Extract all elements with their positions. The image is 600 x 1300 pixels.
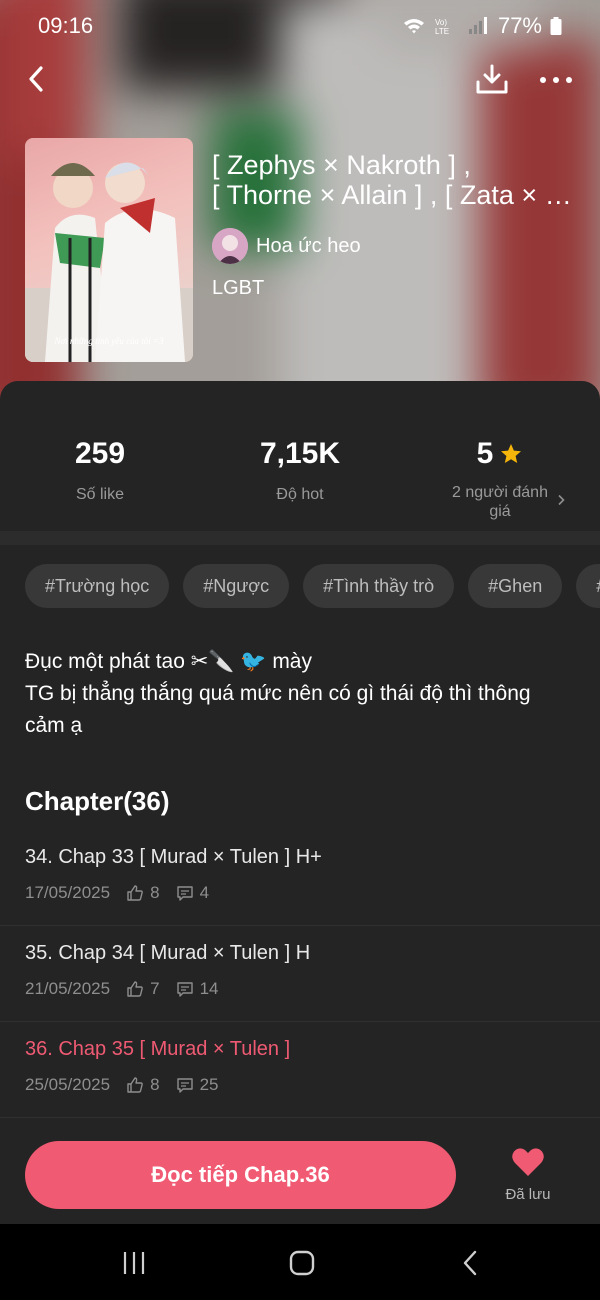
thumb-up-icon <box>127 981 143 997</box>
section-divider <box>0 531 600 545</box>
recent-apps-icon[interactable] <box>119 1248 149 1278</box>
hot-label: Độ hot <box>276 486 324 503</box>
chapter-item[interactable]: 34. Chap 33 [ Murad × Tulen ] H+ 17/05/2… <box>0 830 600 926</box>
chapter-date: 17/05/2025 <box>25 883 111 902</box>
saved-button[interactable]: Đã lưu <box>494 1146 562 1203</box>
chapter-likes: 8 <box>150 1075 160 1094</box>
chapter-likes: 7 <box>150 979 160 998</box>
svg-text:LTE: LTE <box>435 27 449 36</box>
rating-label: 2 người đánh giá <box>452 484 548 520</box>
back-icon[interactable] <box>22 62 52 96</box>
top-navigation <box>0 56 600 104</box>
tag-chip[interactable]: #Tình thầy trò <box>303 564 455 608</box>
chapter-item[interactable]: 35. Chap 34 [ Murad × Tulen ] H 21/05/20… <box>0 926 600 1022</box>
battery-icon <box>550 17 562 35</box>
continue-reading-button[interactable]: Đọc tiếp Chap.36 <box>25 1141 456 1209</box>
stat-rating[interactable]: 5 2 người đánh giá <box>400 381 600 531</box>
bottom-action-bar: Đọc tiếp Chap.36 Đã lưu <box>0 1126 600 1224</box>
description-line-2: TG bị thẳng thắng quá mức nên có gì thái… <box>25 682 531 737</box>
heart-icon <box>512 1148 544 1176</box>
chapter-likes: 8 <box>150 883 160 902</box>
battery-level: 77% <box>497 13 542 38</box>
chapter-list: 34. Chap 33 [ Murad × Tulen ] H+ 17/05/2… <box>0 830 600 1118</box>
hot-value: 7,15K <box>259 437 341 470</box>
likes-value: 259 <box>74 437 126 470</box>
svg-text:Vo): Vo) <box>435 18 447 27</box>
tag-chip[interactable]: #C <box>576 564 600 608</box>
comment-icon <box>176 1078 193 1093</box>
cover-caption: Nơi những tình yêu của tôi =3 <box>54 336 164 346</box>
status-bar: 09:16 Vo) LTE 77% <box>0 0 600 52</box>
thumb-up-icon <box>127 1077 143 1093</box>
author-link[interactable]: Hoa ức heo <box>212 228 361 264</box>
book-cover[interactable]: Nơi những tình yêu của tôi =3 <box>25 138 193 362</box>
book-title-line-2: [ Thorne × Allain ] , [ Zata × … <box>212 180 572 210</box>
chapter-comments: 4 <box>199 883 210 902</box>
cover-illustration <box>25 162 193 362</box>
likes-label: Số like <box>75 486 125 503</box>
description-line-1: Đục một phát tao ✂🔪 🐦 mày <box>25 650 312 673</box>
chapter-item-current[interactable]: 36. Chap 35 [ Murad × Tulen ] 25/05/2025… <box>0 1022 600 1118</box>
tag-chip[interactable]: #Ghen <box>468 564 563 608</box>
chapter-list-header: Chapter(36) <box>25 786 170 816</box>
tag-chip[interactable]: #Ngược <box>183 564 290 608</box>
chapter-date: 21/05/2025 <box>25 979 111 998</box>
wifi-icon <box>403 19 424 34</box>
chapter-title: 34. Chap 33 [ Murad × Tulen ] H+ <box>25 846 322 868</box>
stats-row: 259 Số like 7,15K Độ hot 5 2 người đánh … <box>0 381 600 531</box>
system-nav-bar <box>0 1224 600 1300</box>
avatar <box>212 228 248 264</box>
comment-icon <box>176 886 193 901</box>
more-icon[interactable] <box>536 66 576 94</box>
chevron-right-icon <box>558 494 565 506</box>
home-icon[interactable] <box>287 1248 317 1278</box>
chapter-title: 36. Chap 35 [ Murad × Tulen ] <box>25 1038 291 1060</box>
signal-icon <box>468 17 487 34</box>
chapter-comments: 14 <box>199 979 219 998</box>
stat-likes: 259 Số like <box>0 381 200 531</box>
chapter-title: 35. Chap 34 [ Murad × Tulen ] H <box>25 942 311 964</box>
thumb-up-icon <box>127 885 143 901</box>
nav-back-icon[interactable] <box>456 1248 486 1278</box>
book-description: Đục một phát tao ✂🔪 🐦 mày TG bị thẳng th… <box>25 646 575 742</box>
genre-label[interactable]: LGBT <box>212 277 264 300</box>
book-title: [ Zephys × Nakroth ] , [ Thorne × Allain… <box>212 150 580 210</box>
saved-label: Đã lưu <box>505 1186 551 1203</box>
chapter-comments: 25 <box>199 1075 219 1094</box>
author-name: Hoa ức heo <box>256 234 361 257</box>
stat-hot: 7,15K Độ hot <box>200 381 400 531</box>
star-icon <box>501 444 522 463</box>
rating-value: 5 <box>476 437 494 470</box>
comment-icon <box>176 982 193 997</box>
volte-icon: Vo)LTE <box>435 18 449 36</box>
tag-list: #Trường học #Ngược #Tình thầy trò #Ghen … <box>25 564 600 608</box>
book-title-line-1: [ Zephys × Nakroth ] , <box>212 150 471 180</box>
chapter-date: 25/05/2025 <box>25 1075 111 1094</box>
tag-chip[interactable]: #Trường học <box>25 564 170 608</box>
status-time: 09:16 <box>38 13 94 38</box>
download-icon[interactable] <box>474 62 510 98</box>
